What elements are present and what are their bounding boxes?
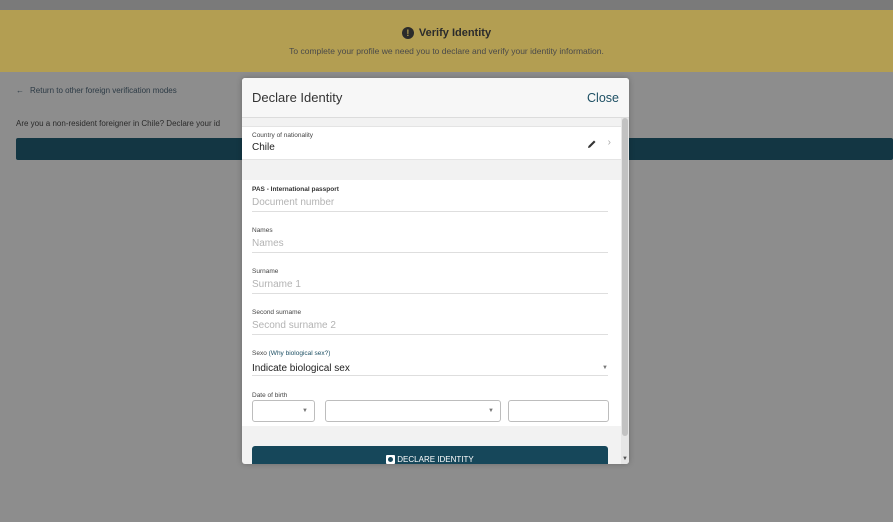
chevron-down-icon: ▼ <box>302 408 308 414</box>
second-surname-input[interactable]: Second surname 2 <box>252 320 608 334</box>
nationality-selector[interactable]: Country of nationality Chile › <box>242 126 621 160</box>
sex-select-value-row: Indicate biological sex ▼ <box>252 361 608 375</box>
modal-body: Country of nationality Chile › PAS - Int… <box>242 118 621 464</box>
scrollbar-thumb[interactable] <box>622 118 628 436</box>
back-link[interactable]: ← Return to other foreign verification m… <box>16 86 177 95</box>
surname-input[interactable]: Surname 1 <box>252 279 608 293</box>
sex-label: Sexo (Why biological sex?) <box>252 350 608 357</box>
second-surname-label: Second surname <box>252 309 302 316</box>
banner-title: Verify Identity <box>418 27 492 39</box>
names-label: Names <box>252 227 273 234</box>
dob-day-select[interactable]: ▼ <box>252 400 315 422</box>
document-number-input[interactable]: Document number <box>252 197 608 211</box>
chevron-down-icon: ▼ <box>602 365 608 371</box>
modal-title: Declare Identity <box>252 90 343 105</box>
identity-form: PAS - International passport Document nu… <box>242 180 621 426</box>
modal-scrollbar[interactable]: ▼ <box>621 118 629 464</box>
declare-identity-button[interactable]: DECLARE IDENTITY <box>252 446 608 464</box>
declare-identity-label: DECLARE IDENTITY <box>397 454 474 464</box>
sex-select[interactable]: Sexo (Why biological sex?) Indicate biol… <box>252 350 608 376</box>
why-sex-link[interactable]: (Why biological sex?) <box>269 350 331 357</box>
declare-identity-modal: Declare Identity Close Country of nation… <box>242 78 629 464</box>
surname-label: Surname <box>252 268 279 275</box>
info-icon: ! <box>401 27 414 39</box>
verify-banner: ! Verify Identity To complete your profi… <box>0 10 893 72</box>
dob-year-input[interactable] <box>508 400 609 422</box>
names-input[interactable]: Names <box>252 238 608 252</box>
banner-title-row: ! Verify Identity <box>0 27 893 39</box>
document-number-field[interactable]: PAS - International passport Document nu… <box>252 186 608 212</box>
nationality-value: Chile <box>252 142 275 153</box>
top-strip <box>0 0 893 10</box>
dob-label: Date of birth <box>252 392 288 399</box>
surname-field[interactable]: Surname Surname 1 <box>252 268 608 294</box>
banner-subtitle: To complete your profile we need you to … <box>289 46 604 56</box>
sex-label-text: Sexo <box>252 350 267 357</box>
back-link-label: Return to other foreign verification mod… <box>30 86 177 95</box>
dob-month-select[interactable]: ▼ <box>325 400 501 422</box>
chevron-down-icon: ▼ <box>488 408 494 414</box>
nationality-label: Country of nationality <box>252 132 314 139</box>
modal-header: Declare Identity Close <box>242 78 629 118</box>
foreigner-question: Are you a non-resident foreigner in Chil… <box>16 119 221 128</box>
names-field[interactable]: Names Names <box>252 227 608 253</box>
sex-select-value: Indicate biological sex <box>252 362 350 374</box>
chevron-right-icon[interactable]: › <box>608 137 611 148</box>
close-button[interactable]: Close <box>587 91 619 105</box>
scroll-down-icon[interactable]: ▼ <box>621 456 629 462</box>
document-type-label: PAS - International passport <box>252 186 339 193</box>
pencil-icon[interactable] <box>587 139 597 149</box>
arrow-left-icon: ← <box>16 86 24 95</box>
user-check-icon <box>386 454 396 464</box>
second-surname-field[interactable]: Second surname Second surname 2 <box>252 309 608 335</box>
